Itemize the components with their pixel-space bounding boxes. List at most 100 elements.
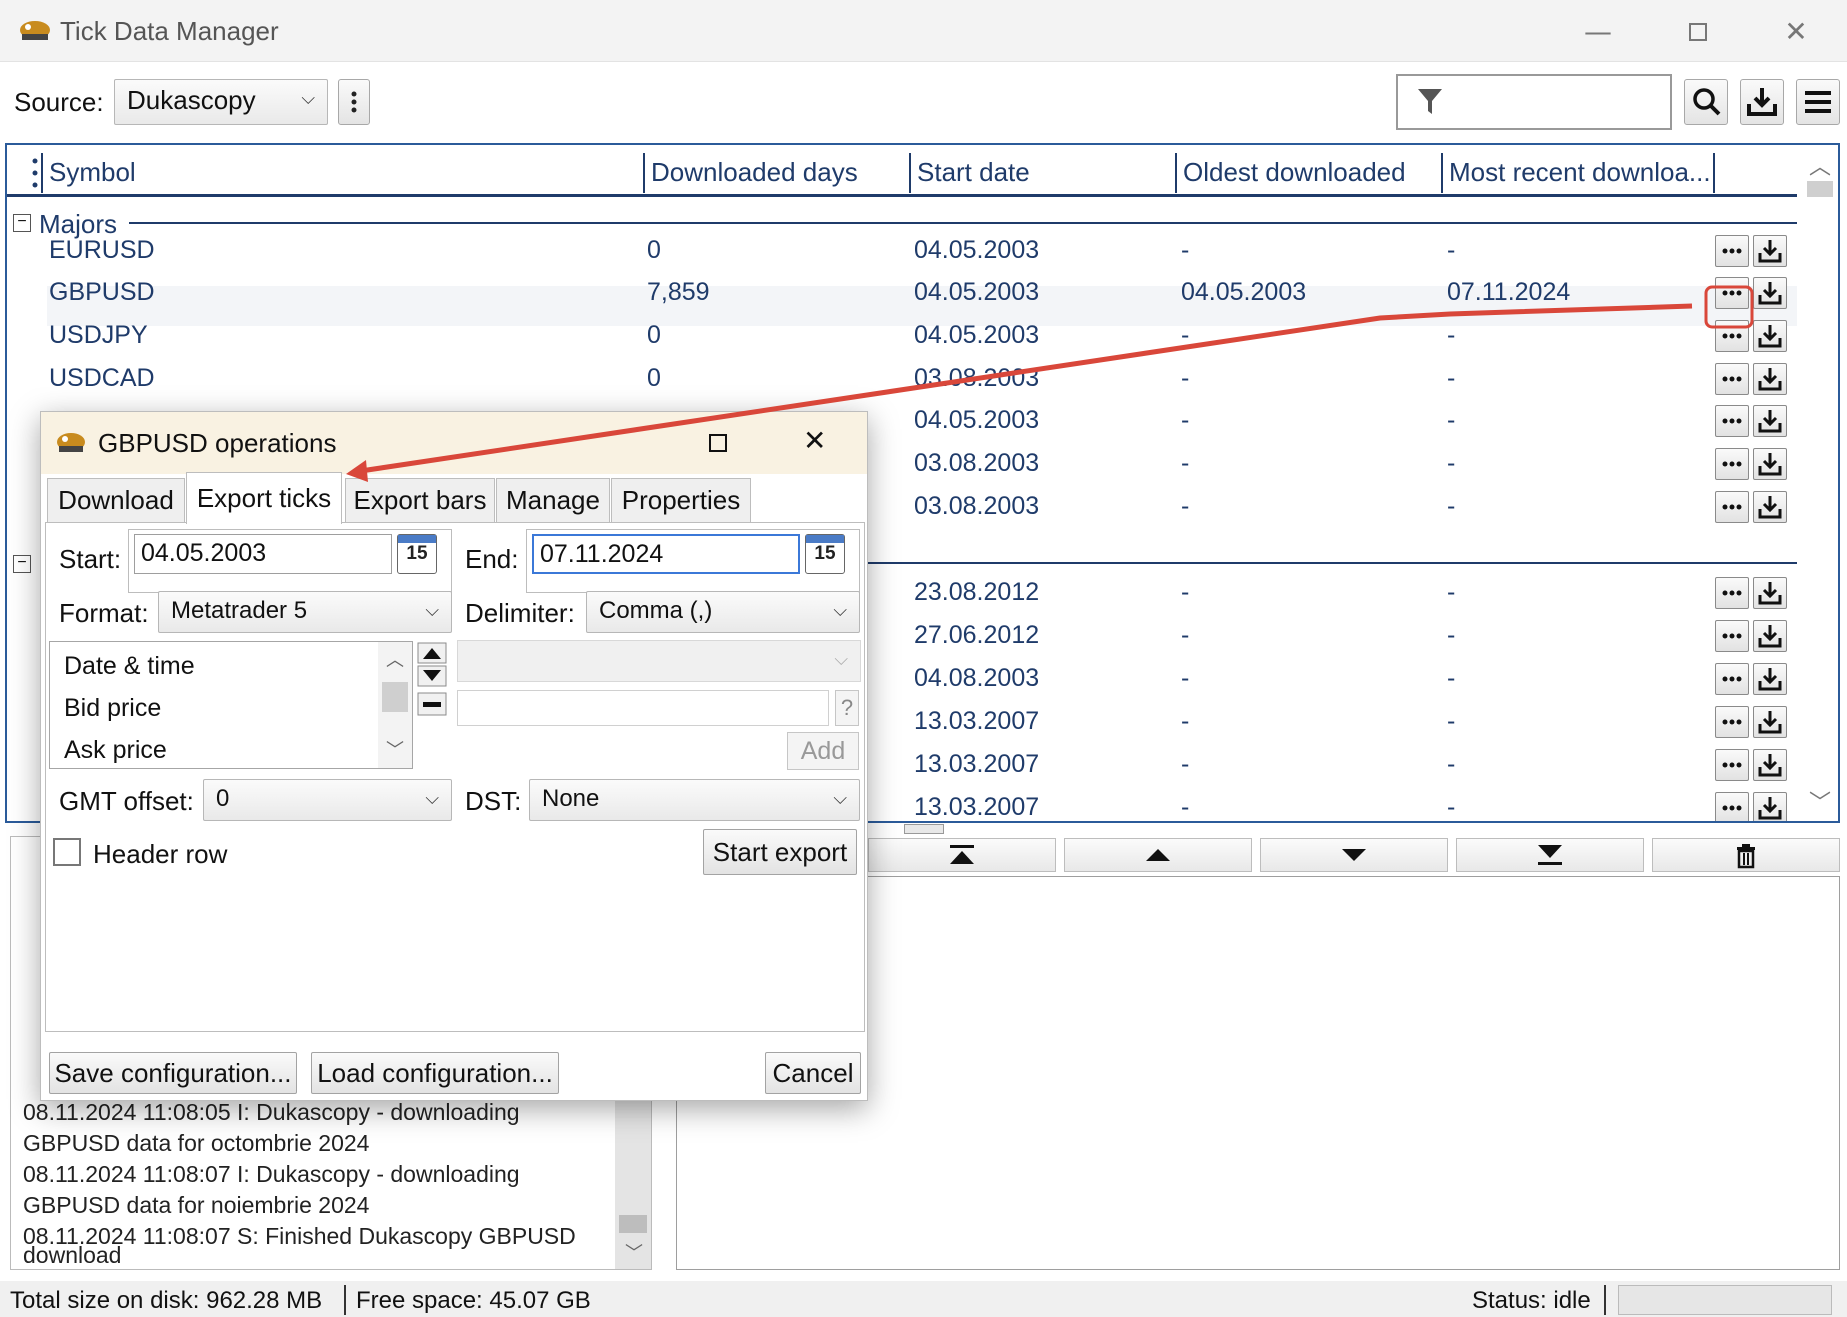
- column-header-start-date[interactable]: Start date: [909, 153, 1175, 193]
- dst-select[interactable]: None ⌵: [529, 779, 860, 821]
- scroll-down-icon[interactable]: ﹀: [625, 1239, 643, 1265]
- column-header-downloaded-days[interactable]: Downloaded days: [643, 153, 909, 193]
- source-select[interactable]: Dukascopy ⌵: [114, 79, 328, 125]
- field-up-button[interactable]: [417, 642, 447, 664]
- dialog-close-button[interactable]: ✕: [803, 424, 826, 457]
- grid-scrollbar[interactable]: ︿ ﹀: [1797, 145, 1838, 821]
- cell-most-recent: -: [1447, 578, 1456, 606]
- scroll-up-icon[interactable]: ︿: [1809, 149, 1831, 181]
- row-operations-button[interactable]: [1715, 749, 1749, 781]
- move-down-button[interactable]: [1260, 838, 1448, 872]
- cell-oldest-downloaded: -: [1181, 621, 1190, 649]
- minimize-button[interactable]: —: [1568, 10, 1628, 54]
- end-date-input[interactable]: 07.11.2024: [532, 534, 800, 574]
- save-configuration-button[interactable]: Save configuration...: [49, 1052, 297, 1094]
- log-scrollbar-thumb[interactable]: [619, 1215, 647, 1233]
- more-horizontal-icon: [1722, 248, 1742, 254]
- start-date-input[interactable]: 04.05.2003: [134, 534, 392, 574]
- load-configuration-button[interactable]: Load configuration...: [311, 1052, 559, 1094]
- move-top-button[interactable]: [868, 838, 1056, 872]
- row-operations-button[interactable]: [1715, 577, 1749, 609]
- start-calendar-button[interactable]: 15: [397, 534, 437, 574]
- start-export-button[interactable]: Start export: [703, 829, 857, 875]
- row-operations-button[interactable]: [1715, 620, 1749, 652]
- cell-oldest-downloaded: -: [1181, 406, 1190, 434]
- row-operations-button[interactable]: [1715, 491, 1749, 523]
- row-download-button[interactable]: [1753, 235, 1787, 267]
- cell-oldest-downloaded: -: [1181, 236, 1190, 264]
- maximize-button[interactable]: [1668, 10, 1728, 54]
- tab-export-ticks[interactable]: Export ticks: [186, 472, 342, 524]
- row-download-button[interactable]: [1753, 749, 1787, 781]
- scrollbar-thumb[interactable]: [382, 682, 408, 712]
- end-calendar-button[interactable]: 15: [805, 534, 845, 574]
- field-type-select[interactable]: ⌵: [457, 640, 861, 682]
- row-operations-button[interactable]: [1715, 363, 1749, 395]
- list-item[interactable]: Ask price: [64, 736, 167, 765]
- splitter-handle[interactable]: [904, 824, 944, 834]
- cell-most-recent: -: [1447, 664, 1456, 692]
- row-download-button[interactable]: [1753, 620, 1787, 652]
- cell-start-date: 13.03.2007: [914, 750, 1040, 778]
- row-download-button[interactable]: [1753, 706, 1787, 738]
- row-download-button[interactable]: [1753, 577, 1787, 609]
- move-up-button[interactable]: [1064, 838, 1252, 872]
- row-operations-button[interactable]: [1715, 706, 1749, 738]
- row-operations-button[interactable]: [1715, 277, 1749, 309]
- row-download-button[interactable]: [1753, 448, 1787, 480]
- row-operations-button[interactable]: [1715, 405, 1749, 437]
- menu-button[interactable]: [1796, 79, 1840, 125]
- gmt-offset-select[interactable]: 0 ⌵: [203, 779, 452, 821]
- row-download-button[interactable]: [1753, 405, 1787, 437]
- dialog-title: GBPUSD operations: [98, 428, 337, 458]
- cell-start-date: 04.05.2003: [914, 321, 1040, 349]
- column-header-oldest-downloaded[interactable]: Oldest downloaded: [1175, 153, 1441, 193]
- cancel-button[interactable]: Cancel: [765, 1052, 861, 1094]
- format-select[interactable]: Metatrader 5 ⌵: [158, 591, 452, 633]
- field-remove-button[interactable]: [417, 692, 447, 716]
- row-operations-button[interactable]: [1715, 320, 1749, 352]
- column-header-symbol[interactable]: Symbol: [41, 153, 643, 193]
- filter-input[interactable]: [1396, 74, 1672, 130]
- custom-field-input[interactable]: [457, 690, 829, 726]
- scroll-up-icon[interactable]: ︿: [386, 646, 404, 672]
- header-row-checkbox[interactable]: [53, 838, 81, 866]
- delimiter-select[interactable]: Comma (,) ⌵: [586, 591, 860, 633]
- tab-manage[interactable]: Manage: [496, 478, 610, 522]
- row-download-button[interactable]: [1753, 792, 1787, 821]
- close-button[interactable]: ✕: [1766, 10, 1826, 54]
- dialog-maximize-button[interactable]: [709, 434, 727, 452]
- tab-properties[interactable]: Properties: [611, 478, 751, 522]
- list-item[interactable]: Date & time: [64, 652, 195, 681]
- search-button[interactable]: [1684, 79, 1728, 125]
- scrollbar-thumb[interactable]: [1807, 181, 1833, 197]
- column-header-most-recent[interactable]: Most recent downloa...: [1441, 153, 1715, 193]
- row-download-button[interactable]: [1753, 491, 1787, 523]
- fields-list[interactable]: Date & time Bid price Ask price ︿ ﹀: [49, 641, 413, 769]
- source-options-button[interactable]: [338, 79, 370, 125]
- row-download-button[interactable]: [1753, 320, 1787, 352]
- help-button[interactable]: ?: [835, 690, 859, 726]
- more-horizontal-icon: [1722, 590, 1742, 596]
- move-bottom-button[interactable]: [1456, 838, 1644, 872]
- row-download-button[interactable]: [1753, 277, 1787, 309]
- tab-export-bars[interactable]: Export bars: [345, 478, 495, 522]
- row-operations-button[interactable]: [1715, 448, 1749, 480]
- fields-scrollbar[interactable]: ︿ ﹀: [378, 642, 412, 768]
- download-all-button[interactable]: [1740, 79, 1784, 125]
- add-field-button[interactable]: Add: [787, 732, 859, 770]
- column-chooser-icon[interactable]: [29, 155, 41, 191]
- list-item[interactable]: Bid price: [64, 694, 161, 723]
- delete-button[interactable]: [1652, 838, 1840, 872]
- row-operations-button[interactable]: [1715, 663, 1749, 695]
- row-operations-button[interactable]: [1715, 792, 1749, 821]
- scroll-down-icon[interactable]: ﹀: [1809, 785, 1831, 817]
- row-operations-button[interactable]: [1715, 235, 1749, 267]
- row-download-button[interactable]: [1753, 663, 1787, 695]
- tab-download[interactable]: Download: [47, 478, 185, 522]
- row-download-button[interactable]: [1753, 363, 1787, 395]
- scroll-down-icon[interactable]: ﹀: [386, 736, 404, 762]
- collapse-group-icon[interactable]: −: [13, 555, 31, 573]
- collapse-majors-icon[interactable]: −: [13, 214, 31, 232]
- field-down-button[interactable]: [417, 665, 447, 687]
